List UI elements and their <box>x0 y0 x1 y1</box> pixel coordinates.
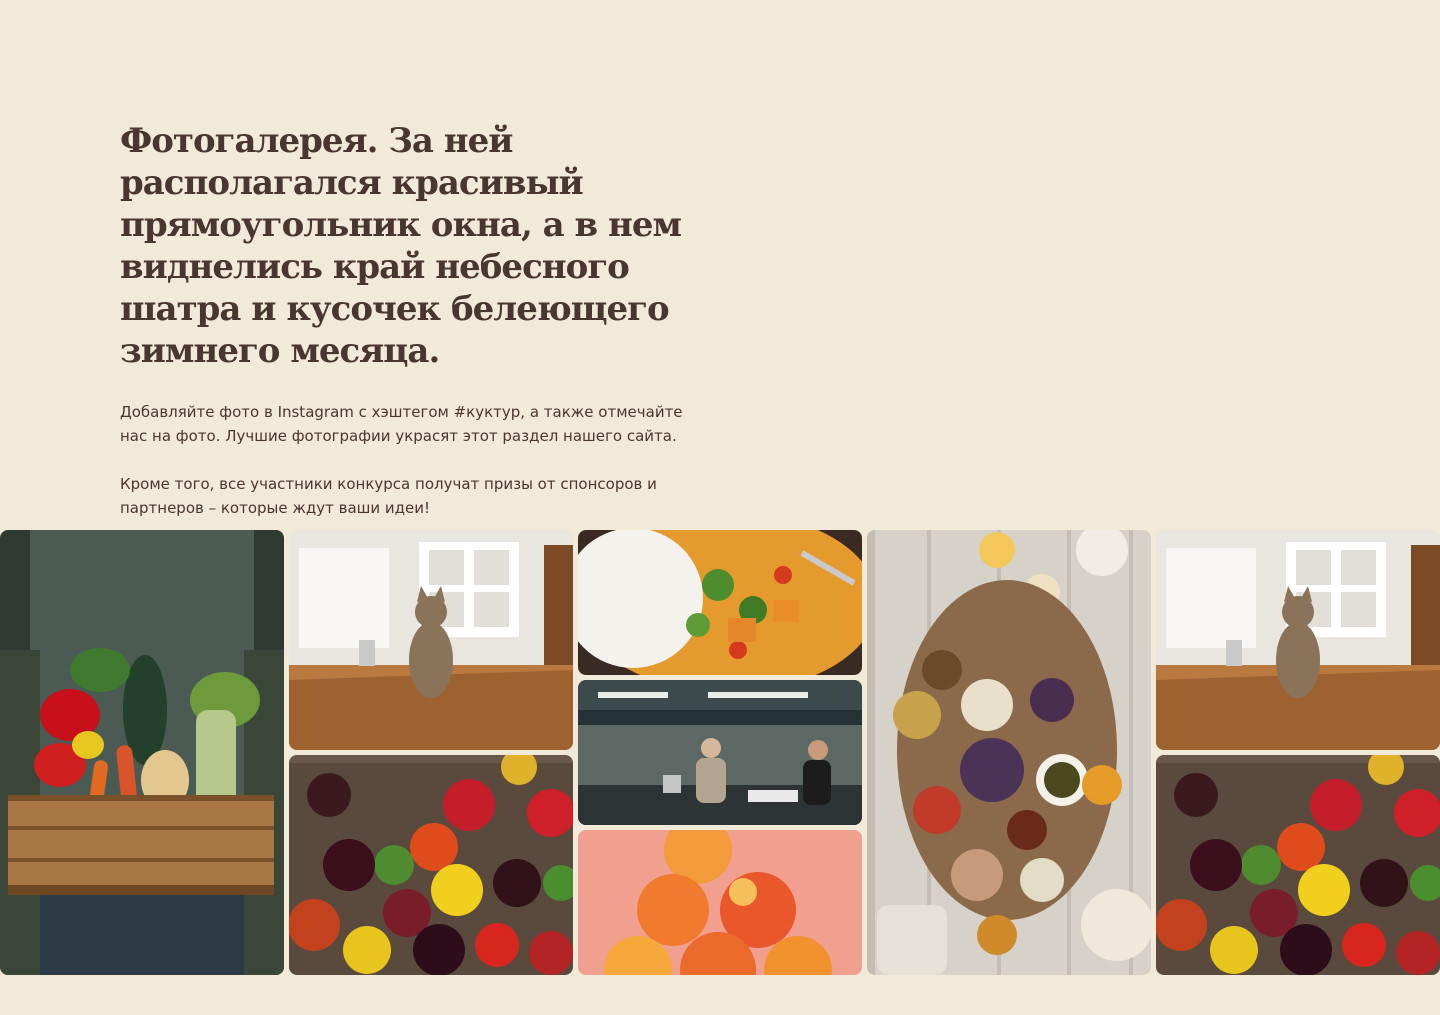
peaches-image <box>578 830 862 975</box>
gallery-photo-tomatoes[interactable] <box>289 755 573 975</box>
tomatoes-image <box>289 755 573 975</box>
gallery-photo-rice-curry[interactable] <box>578 530 862 675</box>
instagram-description: Добавляйте фото в Instagram с хэштегом #… <box>120 403 683 445</box>
gallery-photo-vegetable-crate[interactable] <box>0 530 284 975</box>
gallery-intro: Фотогалерея. За ней располагался красивы… <box>120 120 740 520</box>
gallery-photo-tomatoes-2[interactable] <box>1156 755 1440 975</box>
gallery-photo-cat-2[interactable] <box>1156 530 1440 750</box>
food-board-image <box>867 530 1151 975</box>
gallery-photo-cat[interactable] <box>289 530 573 750</box>
rice-curry-image <box>578 530 862 675</box>
cat-image <box>289 530 573 750</box>
photo-gallery <box>0 530 1440 975</box>
gallery-photo-food-board[interactable] <box>867 530 1151 975</box>
gallery-photo-peaches[interactable] <box>578 830 862 975</box>
vegetable-crate-image <box>0 530 284 975</box>
section-title: Фотогалерея. За ней располагался красивы… <box>120 121 682 371</box>
contest-description: Кроме того, все участники конкурса получ… <box>120 475 657 517</box>
tomatoes-image <box>1156 755 1440 975</box>
kitchen-image <box>578 680 862 825</box>
gallery-photo-kitchen[interactable] <box>578 680 862 825</box>
cat-image <box>1156 530 1440 750</box>
